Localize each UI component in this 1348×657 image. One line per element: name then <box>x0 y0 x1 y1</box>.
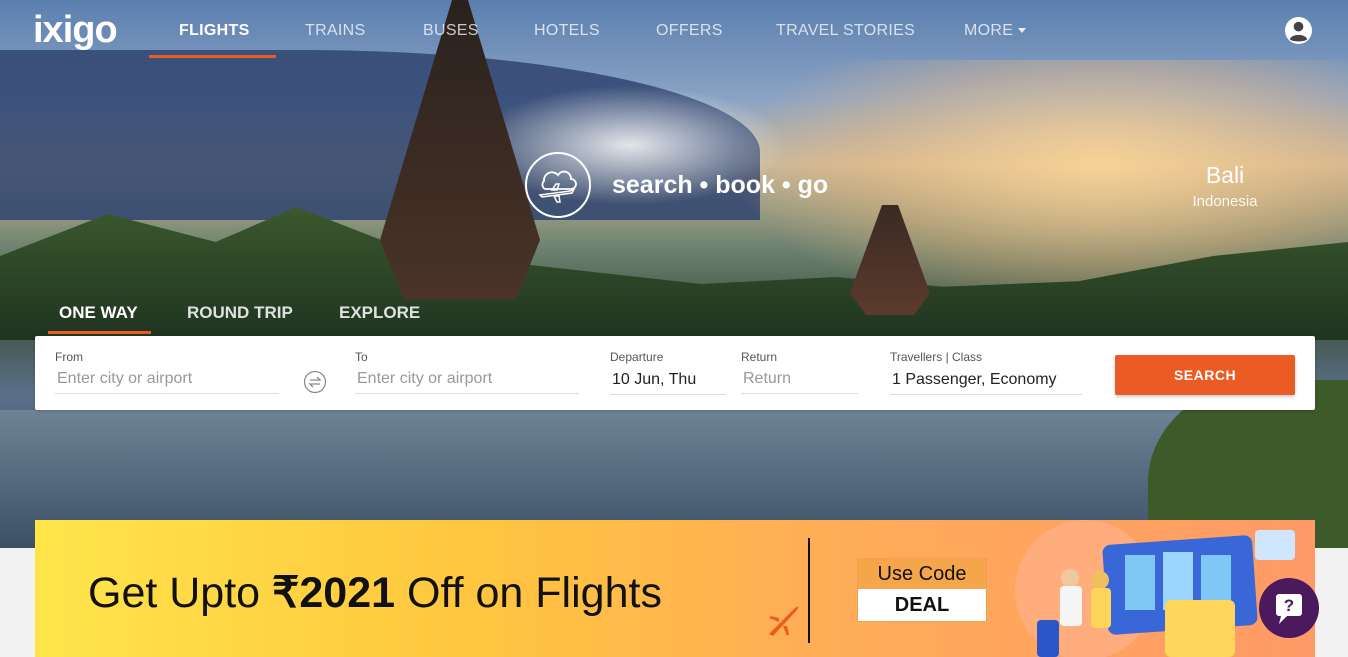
promo-code: DEAL <box>894 594 950 616</box>
to-label: To <box>355 350 368 364</box>
from-field: From <box>55 350 279 394</box>
chat-help-button[interactable]: ? <box>1259 578 1319 638</box>
hero-background <box>0 0 1348 548</box>
banner-title-prefix: Get Upto <box>88 569 273 617</box>
swap-icon[interactable] <box>303 370 327 394</box>
use-code-label: Use Code <box>858 559 986 589</box>
svg-text:?: ? <box>1284 596 1294 615</box>
trip-tab-underline <box>48 331 151 334</box>
chat-question-icon: ? <box>1276 594 1302 624</box>
from-label: From <box>55 350 83 364</box>
destination-country: Indonesia <box>1192 193 1258 210</box>
airplane-icon <box>769 606 799 636</box>
promo-banner[interactable]: Get Upto ₹2021 Off on Flights Use Code D… <box>35 520 1315 657</box>
destination-city: Bali <box>1205 162 1245 188</box>
from-input[interactable] <box>55 368 279 394</box>
nav-more-label: MORE <box>964 22 1014 39</box>
travellers-field: Travellers | Class 1 Passenger, Economy <box>890 350 1082 395</box>
tagline-text: search • book • go <box>612 171 829 199</box>
departure-label: Departure <box>610 350 664 364</box>
flight-search-form: From To Departure 10 Jun, Thu Return Tra… <box>35 336 1315 410</box>
chevron-down-icon <box>1018 28 1027 34</box>
tab-round-trip[interactable]: ROUND TRIP <box>187 303 293 323</box>
search-button[interactable]: SEARCH <box>1115 355 1295 395</box>
tab-explore[interactable]: EXPLORE <box>339 303 420 323</box>
banner-amount: ₹2021 <box>272 569 396 617</box>
user-circle-icon[interactable] <box>1284 16 1313 45</box>
nav-offers[interactable]: OFFERS <box>656 22 723 40</box>
tab-one-way[interactable]: ONE WAY <box>59 303 138 323</box>
nav-more[interactable]: MORE <box>964 22 1027 40</box>
nav-flights[interactable]: FLIGHTS <box>179 22 250 40</box>
to-field: To <box>355 350 579 394</box>
nav-hotels[interactable]: HOTELS <box>534 22 600 40</box>
return-input[interactable] <box>741 368 858 394</box>
to-input[interactable] <box>355 368 579 394</box>
return-label: Return <box>741 350 778 364</box>
top-nav: ixigo FLIGHTS TRAINS BUSES HOTELS OFFERS… <box>0 0 1348 62</box>
travellers-value[interactable]: 1 Passenger, Economy <box>890 369 1082 395</box>
departure-date[interactable]: 10 Jun, Thu <box>610 369 726 395</box>
destination-caption: Bali Indonesia <box>1160 162 1290 210</box>
departure-field: Departure 10 Jun, Thu <box>610 350 726 395</box>
nav-buses[interactable]: BUSES <box>423 22 479 40</box>
banner-title-suffix: Off on Flights <box>395 569 662 617</box>
travellers-label: Travellers | Class <box>890 350 983 364</box>
promo-code-box: Use Code DEAL <box>857 558 987 622</box>
banner-divider <box>808 538 810 643</box>
nav-travel-stories[interactable]: TRAVEL STORIES <box>776 22 915 40</box>
plane-cloud-icon <box>525 152 591 218</box>
return-field: Return <box>741 350 858 394</box>
banner-title: Get Upto ₹2021 Off on Flights <box>88 568 662 618</box>
ixigo-logo[interactable]: ixigo <box>33 9 118 52</box>
nav-trains[interactable]: TRAINS <box>305 22 365 40</box>
nav-active-underline <box>149 55 276 58</box>
